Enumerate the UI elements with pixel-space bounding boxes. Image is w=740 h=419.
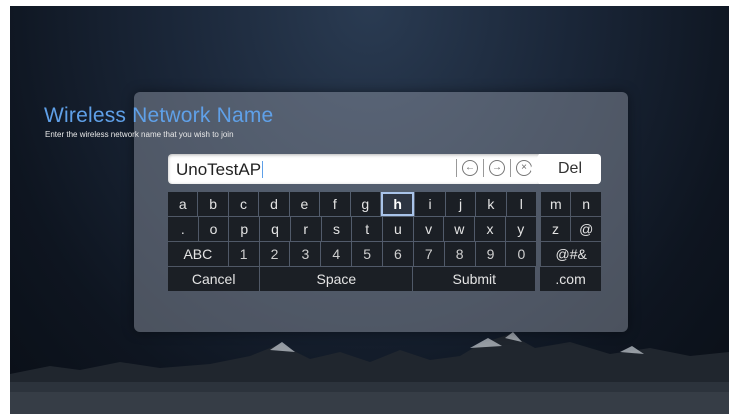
onscreen-keyboard: a b c d e f g h i j k l m n . o p q r s …: [168, 192, 602, 292]
key-b[interactable]: b: [198, 192, 228, 216]
key-m[interactable]: m: [541, 192, 571, 216]
input-value-wrap: UnoTestAP: [176, 160, 264, 180]
key-u[interactable]: u: [383, 217, 413, 241]
submit-button[interactable]: Submit: [413, 267, 536, 291]
key-e[interactable]: e: [289, 192, 320, 216]
key-period[interactable]: .: [168, 217, 198, 241]
key-6[interactable]: 6: [383, 242, 413, 266]
key-t[interactable]: t: [352, 217, 383, 241]
key-1[interactable]: 1: [228, 242, 259, 266]
key-q[interactable]: q: [260, 217, 290, 241]
key-symbols-mode[interactable]: @#&: [541, 242, 602, 266]
key-4[interactable]: 4: [321, 242, 352, 266]
key-abc-mode[interactable]: ABC: [168, 242, 228, 266]
key-f[interactable]: f: [320, 192, 350, 216]
key-o[interactable]: o: [198, 217, 229, 241]
dialog-title: Wireless Network Name: [44, 104, 274, 127]
delete-key-label: Del: [557, 160, 582, 177]
cancel-button[interactable]: Cancel: [168, 267, 260, 291]
key-2[interactable]: 2: [259, 242, 290, 266]
key-8[interactable]: 8: [444, 242, 475, 266]
divider: [510, 159, 511, 177]
arrow-left-circle-icon[interactable]: ←: [462, 160, 478, 176]
key-h-selected[interactable]: h: [380, 192, 415, 216]
tv-screen: Wireless Network Name Enter the wireless…: [10, 6, 729, 414]
key-g[interactable]: g: [350, 192, 380, 216]
key-l[interactable]: l: [506, 192, 537, 216]
key-s[interactable]: s: [321, 217, 352, 241]
key-v[interactable]: v: [413, 217, 444, 241]
dialog-subtitle: Enter the wireless network name that you…: [45, 130, 234, 139]
key-y[interactable]: y: [505, 217, 536, 241]
key-at[interactable]: @: [571, 217, 602, 241]
network-name-input[interactable]: UnoTestAP ← → ×: [168, 154, 540, 184]
keyboard-row-2: . o p q r s t u v w x y z @: [168, 217, 602, 241]
key-p[interactable]: p: [229, 217, 260, 241]
divider: [456, 159, 457, 177]
key-x[interactable]: x: [475, 217, 505, 241]
key-c[interactable]: c: [228, 192, 259, 216]
divider: [483, 159, 484, 177]
key-w[interactable]: w: [444, 217, 475, 241]
key-9[interactable]: 9: [475, 242, 506, 266]
key-z[interactable]: z: [540, 217, 571, 241]
key-n[interactable]: n: [571, 192, 601, 216]
key-j[interactable]: j: [445, 192, 476, 216]
keyboard-row-1: a b c d e f g h i j k l m n: [168, 192, 601, 216]
key-i[interactable]: i: [415, 192, 445, 216]
key-dot-com[interactable]: .com: [540, 267, 601, 291]
input-controls: ← → ×: [453, 159, 534, 177]
key-5[interactable]: 5: [352, 242, 383, 266]
input-value: UnoTestAP: [176, 160, 262, 179]
key-r[interactable]: r: [290, 217, 321, 241]
text-caret: [262, 161, 264, 178]
arrow-right-circle-icon[interactable]: →: [489, 160, 505, 176]
key-7[interactable]: 7: [413, 242, 444, 266]
keyboard-row-4: Cancel Space Submit .com: [168, 267, 601, 291]
space-key[interactable]: Space: [260, 267, 413, 291]
key-d[interactable]: d: [259, 192, 289, 216]
key-k[interactable]: k: [476, 192, 506, 216]
keyboard-row-3: ABC 1 2 3 4 5 6 7 8 9 0 @#&: [168, 242, 602, 266]
key-3[interactable]: 3: [290, 242, 321, 266]
delete-key[interactable]: Del: [530, 154, 601, 184]
key-0[interactable]: 0: [506, 242, 537, 266]
key-a[interactable]: a: [168, 192, 198, 216]
